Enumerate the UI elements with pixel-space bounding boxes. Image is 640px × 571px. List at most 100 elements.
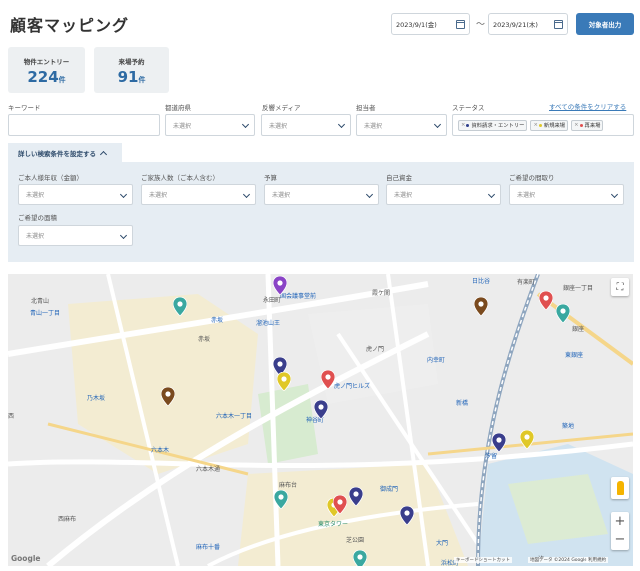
status-tag[interactable]: × 新規来場	[530, 119, 569, 131]
status-select[interactable]: × 資料請求・エントリー × 新規来場 × 再来場	[452, 114, 634, 136]
stat-card-entries: 物件エントリー 224件	[8, 47, 85, 93]
income-label: ご本人様年収（金額）	[18, 174, 83, 182]
map-pin-icon[interactable]	[272, 275, 288, 299]
status-dot	[538, 123, 542, 127]
date-to-input[interactable]: 2023/9/21(木)	[488, 13, 568, 35]
clear-all-link[interactable]: すべての条件をクリアする	[549, 101, 626, 111]
status-tag-label: 資料請求・エントリー	[471, 123, 525, 129]
chevron-down-icon	[241, 120, 250, 129]
chevron-down-icon	[433, 120, 442, 129]
advanced-toggle-label: 詳しい検索条件を設定する	[18, 149, 96, 158]
close-icon[interactable]: ×	[574, 122, 578, 128]
map-pin-icon[interactable]	[313, 399, 329, 423]
date-to-value: 2023/9/21(木)	[493, 21, 538, 29]
keyword-input[interactable]	[8, 114, 160, 136]
status-dot	[579, 123, 583, 127]
date-from-input[interactable]: 2023/9/1(金)	[391, 13, 470, 35]
fullscreen-icon: ⛶	[616, 281, 624, 293]
status-tag[interactable]: × 再来場	[571, 119, 604, 131]
zoom-out-button[interactable]: −	[615, 531, 626, 549]
close-icon[interactable]: ×	[533, 122, 537, 128]
pegman-icon	[616, 481, 624, 495]
zoom-in-button[interactable]: +	[615, 513, 626, 531]
map-pin-icon[interactable]	[555, 303, 571, 327]
area-select[interactable]: 未選択	[18, 225, 133, 246]
map-label-nishiazabu: 西麻布	[58, 516, 77, 523]
map-label-shibakoen: 芝公園	[346, 537, 365, 544]
keyword-label: キーワード	[8, 104, 41, 112]
chevron-down-icon	[337, 120, 346, 129]
map-label-azabujuban: 麻布十番	[196, 544, 221, 551]
map-pin-icon[interactable]	[276, 371, 292, 395]
map-label-akasaka: 赤坂	[198, 336, 211, 343]
select-value: 未選択	[26, 192, 45, 199]
select-value: 未選択	[517, 192, 536, 199]
chevron-down-icon	[119, 231, 128, 240]
media-label: 反響メディア	[262, 104, 301, 112]
map-label-azabudai: 麻布台	[279, 482, 298, 489]
status-label: ステータス	[452, 104, 485, 112]
map-label-shinbashi: 新橋	[456, 400, 469, 407]
stat-value: 91件	[117, 68, 146, 86]
date-from-value: 2023/9/1(金)	[396, 21, 437, 29]
budget-select[interactable]: 未選択	[264, 184, 379, 205]
map-pin-icon[interactable]	[160, 386, 176, 410]
map-label-onarimon: 御成門	[380, 486, 399, 493]
customer-map[interactable]: 北青山 青山一丁目 赤坂 赤坂 溜池山王 国会議事堂前 永田町 霞ケ関 日比谷 有楽町 銀座一丁目銀…	[8, 274, 633, 566]
family-select[interactable]: 未選択	[141, 184, 256, 205]
map-label-nishi: 西	[8, 413, 15, 420]
status-tag[interactable]: × 資料請求・エントリー	[458, 119, 528, 131]
chevron-down-icon	[119, 190, 128, 199]
income-select[interactable]: 未選択	[18, 184, 133, 205]
map-label-toranomon_hills: 虎ノ門ヒルズ	[334, 383, 371, 390]
select-value: 未選択	[269, 122, 288, 130]
select-value: 未選択	[364, 122, 383, 130]
chevron-up-icon	[99, 150, 108, 158]
fullscreen-button[interactable]: ⛶	[611, 278, 629, 296]
map-pin-icon[interactable]	[399, 505, 415, 529]
map-label-higashiginza: 東銀座	[565, 352, 584, 359]
map-label-ginza: 銀座	[572, 326, 585, 333]
family-label: ご家族人数（ご本人含む）	[141, 174, 219, 182]
map-label-aoyama1: 青山一丁目	[30, 310, 61, 317]
stat-label: 物件エントリー	[23, 58, 70, 66]
advanced-search-toggle[interactable]: 詳しい検索条件を設定する	[8, 143, 122, 162]
street-view-button[interactable]	[611, 477, 629, 499]
budget-label: 予算	[264, 174, 277, 182]
staff-label: 担当者	[356, 104, 376, 112]
map-label-tameike: 溜池山王	[256, 320, 281, 327]
export-button[interactable]: 対象者出力	[576, 13, 634, 35]
map-label-kasumigaseki: 霞ケ関	[372, 290, 391, 297]
map-label-uchisaiwaicho: 内幸町	[427, 357, 446, 364]
map-pin-icon[interactable]	[519, 429, 535, 453]
select-value: 未選択	[26, 233, 45, 240]
own-funds-select[interactable]: 未選択	[386, 184, 501, 205]
map-pin-icon[interactable]	[352, 549, 368, 566]
stat-card-reservations: 来場予約 91件	[94, 47, 169, 93]
map-pin-icon[interactable]	[273, 489, 289, 513]
map-label-roppongi1: 六本木一丁目	[216, 413, 253, 420]
map-pin-icon[interactable]	[491, 432, 507, 456]
prefecture-label: 都道府県	[165, 104, 191, 112]
map-pin-icon[interactable]	[538, 290, 554, 314]
map-pin-icon[interactable]	[348, 486, 364, 510]
media-select[interactable]: 未選択	[261, 114, 351, 136]
terms-link[interactable]: 利用規約	[586, 557, 608, 563]
map-label-yurakucho: 有楽町	[517, 279, 536, 286]
select-value: 未選択	[173, 122, 192, 130]
layout-select[interactable]: 未選択	[509, 184, 624, 205]
select-value: 未選択	[394, 192, 413, 199]
map-pin-icon[interactable]	[172, 296, 188, 320]
prefecture-select[interactable]: 未選択	[165, 114, 255, 136]
calendar-icon[interactable]	[554, 19, 563, 29]
map-pin-icon[interactable]	[473, 296, 489, 320]
chevron-down-icon	[487, 190, 496, 199]
staff-select[interactable]: 未選択	[356, 114, 447, 136]
close-icon[interactable]: ×	[461, 122, 465, 128]
map-label-roppongi_dori: 六本木通	[196, 466, 221, 473]
map-pin-icon[interactable]	[332, 494, 348, 518]
map-pin-icon[interactable]	[320, 369, 336, 393]
calendar-icon[interactable]	[456, 19, 465, 29]
page-title: 顧客マッピング	[10, 16, 130, 35]
keyboard-shortcuts-link[interactable]: キーボードショートカット	[454, 557, 512, 563]
